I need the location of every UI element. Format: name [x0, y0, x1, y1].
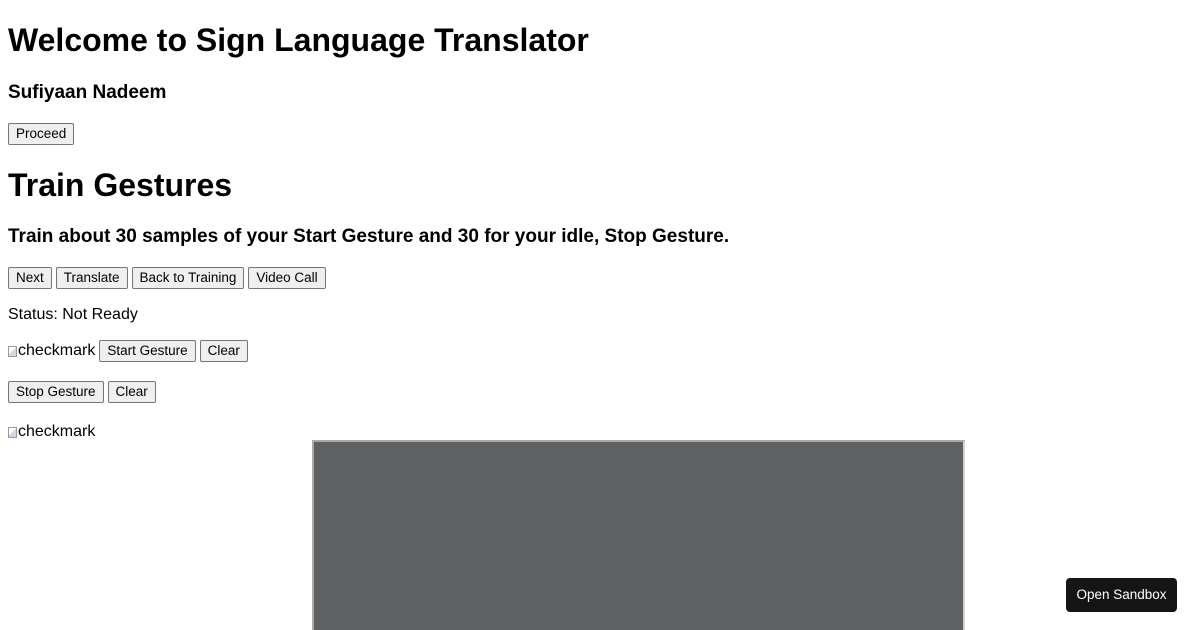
nav-button-row: Next Translate Back to Training Video Ca… [8, 267, 326, 289]
stop-gesture-button[interactable]: Stop Gesture [8, 381, 104, 403]
proceed-button[interactable]: Proceed [8, 123, 75, 145]
checkmark-image-alt: checkmark [18, 423, 96, 440]
training-instructions: Train about 30 samples of your Start Ges… [8, 226, 730, 247]
start-gesture-button[interactable]: Start Gesture [99, 340, 196, 362]
open-sandbox-button[interactable]: Open Sandbox [1066, 578, 1177, 612]
checkmark-image-2: checkmark [8, 423, 95, 443]
welcome-title: Welcome to Sign Language Translator [8, 22, 589, 58]
clear-start-button[interactable]: Clear [199, 340, 248, 362]
translate-button[interactable]: Translate [55, 267, 128, 289]
broken-image-icon [8, 345, 17, 357]
clear-stop-button[interactable]: Clear [107, 381, 156, 403]
next-button[interactable]: Next [8, 267, 52, 289]
checkmark-image-alt: checkmark [18, 342, 96, 359]
broken-image-icon [8, 426, 17, 438]
train-gestures-title: Train Gestures [8, 167, 233, 203]
webcam-video [312, 440, 965, 630]
status-text: Status: Not Ready [8, 306, 138, 323]
start-gesture-row: checkmark Start Gesture Clear [8, 340, 248, 362]
video-call-button[interactable]: Video Call [248, 267, 326, 289]
stop-gesture-row: Stop Gesture Clear [8, 381, 156, 403]
back-to-training-button[interactable]: Back to Training [131, 267, 245, 289]
page: Welcome to Sign Language Translator Sufi… [0, 0, 1200, 630]
checkmark-image: checkmark [8, 342, 95, 360]
author-name: Sufiyaan Nadeem [8, 82, 167, 103]
